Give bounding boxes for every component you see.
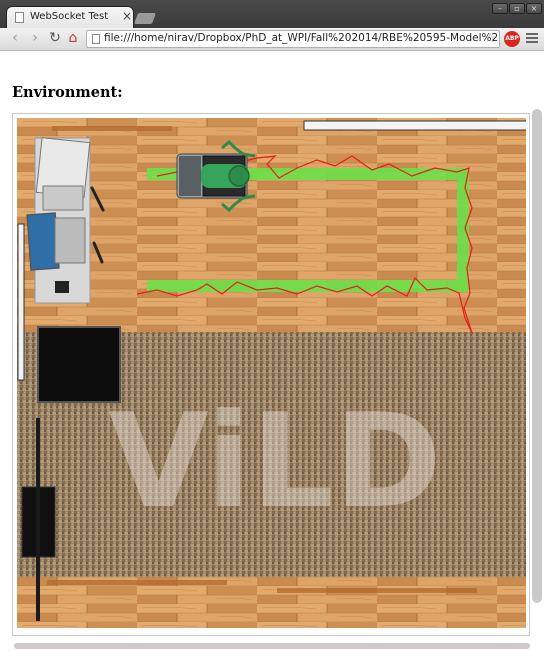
wall-cabinet (17, 223, 25, 381)
browser-tab[interactable]: WebSocket Test × (6, 6, 134, 28)
phone (55, 281, 69, 293)
close-window-button[interactable]: × (526, 3, 542, 14)
adblock-icon[interactable]: ABP (504, 31, 520, 47)
browser-toolbar: ‹ › ↻ ⌂ file:///home/nirav/Dropbox/PhD_a… (0, 28, 544, 51)
bookmark-star-icon[interactable]: ☆ (484, 31, 496, 46)
horizontal-scrollbar[interactable] (14, 643, 530, 649)
laptop-keyboard (42, 185, 84, 211)
hamburger-menu-icon[interactable] (526, 33, 538, 45)
home-button[interactable]: ⌂ (64, 29, 82, 47)
address-bar[interactable]: file:///home/nirav/Dropbox/PhD_at_WPI/Fa… (86, 30, 500, 48)
forward-button[interactable]: › (26, 29, 44, 47)
rug-logo: ViLD (108, 385, 442, 537)
environment-canvas: ViLD (17, 118, 526, 628)
url-text[interactable]: file:///home/nirav/Dropbox/PhD_at_WPI/Fa… (104, 32, 499, 44)
minimize-button[interactable]: – (492, 3, 508, 14)
vertical-scrollbar[interactable] (532, 109, 542, 603)
new-tab-button[interactable] (133, 13, 157, 24)
window-titlebar: WebSocket Test × – ▫ × (0, 0, 544, 28)
tab-close-icon[interactable]: × (122, 9, 132, 23)
maximize-button[interactable]: ▫ (509, 3, 525, 14)
reload-button[interactable]: ↻ (46, 29, 64, 47)
wall-shelf (303, 120, 526, 131)
page-heading: Environment: (12, 84, 123, 101)
laptop-screen (26, 212, 60, 271)
back-button[interactable]: ‹ (6, 29, 24, 47)
tv-monitor (37, 326, 121, 403)
page-icon (15, 12, 24, 23)
tab-title: WebSocket Test (30, 11, 109, 22)
laptop-base (54, 217, 86, 264)
page-icon (92, 34, 100, 44)
